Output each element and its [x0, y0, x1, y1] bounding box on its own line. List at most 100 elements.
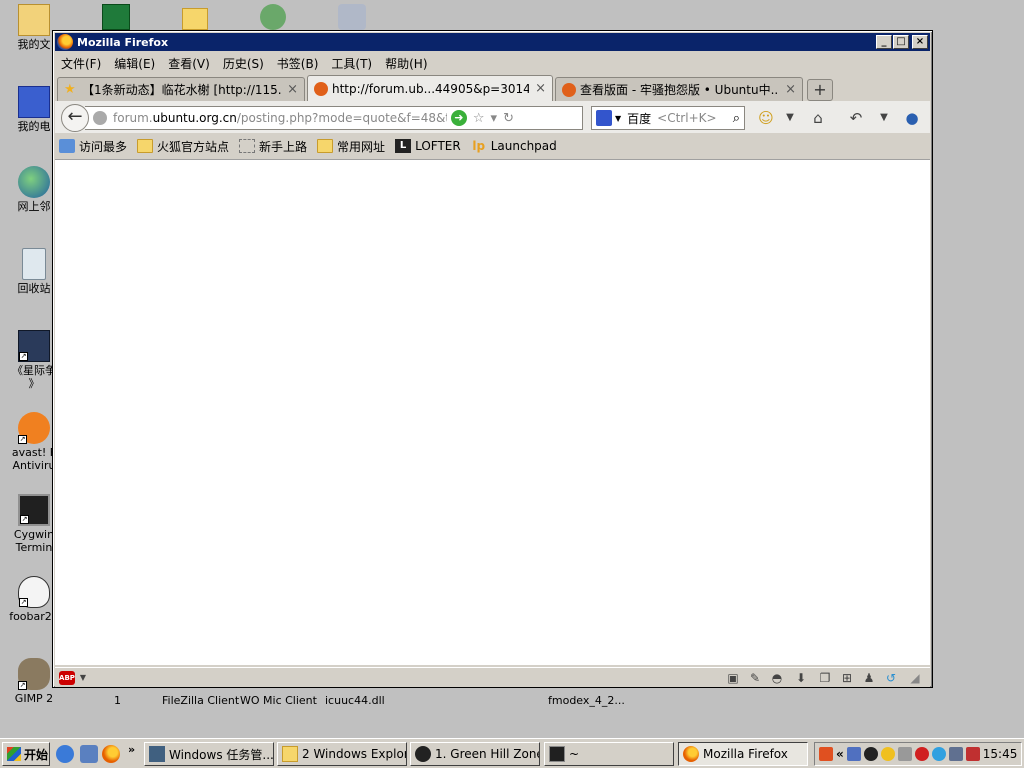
firefox-logo-icon	[683, 746, 699, 762]
bookmark-most-visited[interactable]: 访问最多	[59, 138, 127, 155]
taskbar-explorer[interactable]: 2 Windows Explorer	[277, 742, 407, 766]
scissors-icon[interactable]	[897, 747, 912, 761]
volume-muted-icon[interactable]	[948, 747, 963, 761]
search-icon	[59, 139, 75, 153]
search-input[interactable]: ▼ 百度 <Ctrl+K> ⌕	[591, 106, 745, 130]
home-icon[interactable]: ⌂	[809, 109, 827, 127]
folder-icon	[137, 139, 154, 153]
alert-icon[interactable]	[914, 747, 929, 761]
gesture-icon[interactable]: ↺	[883, 670, 899, 686]
ubuntu-logo-icon	[562, 82, 576, 97]
sync-icon[interactable]: ●	[903, 109, 921, 127]
start-button[interactable]: 开始	[2, 742, 50, 766]
menu-file[interactable]: 文件(F)	[61, 55, 101, 72]
chevron-down-icon[interactable]: ▼	[75, 670, 91, 686]
camera-icon[interactable]	[338, 4, 366, 30]
bookmark-launchpad[interactable]: lp Launchpad	[471, 139, 556, 153]
gimp-icon: ↗	[18, 658, 50, 690]
network-icon[interactable]	[846, 747, 861, 761]
show-desktop-icon[interactable]	[80, 745, 98, 763]
download-icon[interactable]: ⬇	[793, 670, 809, 686]
windows-icon[interactable]: ❐	[817, 670, 833, 686]
shortcut-arrow-icon: ↗	[18, 435, 27, 444]
tab-bar: ★ 【1条新动态】临花水榭 [http://115... × http://fo…	[55, 75, 930, 101]
tab-close-icon[interactable]: ×	[535, 81, 546, 96]
taskbar-task-manager[interactable]: Windows 任务管...	[144, 742, 274, 766]
baidu-engine-icon[interactable]	[596, 110, 612, 126]
reload-icon[interactable]: ↻	[503, 111, 514, 126]
chevron-left-icon[interactable]: «	[836, 747, 844, 761]
menu-bookmarks[interactable]: 书签(B)	[277, 55, 319, 72]
chevron-down-icon[interactable]: ▼	[615, 114, 621, 123]
excel-icon[interactable]	[102, 4, 130, 30]
folder-icon	[282, 746, 298, 762]
windows-logo-icon	[7, 747, 21, 761]
taskbar-terminal[interactable]: ~	[544, 742, 674, 766]
mask-icon[interactable]: ◓	[769, 670, 785, 686]
page-content[interactable]	[55, 159, 930, 665]
menu-edit[interactable]: 编辑(E)	[114, 55, 155, 72]
shortcut-arrow-icon: ↗	[20, 515, 29, 524]
url-dropdown-icon[interactable]: ▾	[491, 111, 498, 126]
bookmark-lofter[interactable]: L LOFTER	[395, 139, 461, 153]
menu-bar: 文件(F) 编辑(E) 查看(V) 历史(S) 书签(B) 工具(T) 帮助(H…	[55, 53, 930, 73]
firefox-quicklaunch-icon[interactable]	[102, 745, 120, 763]
tab-forum-posting[interactable]: http://forum.ub...44905&p=3014158 ×	[307, 75, 553, 101]
chevron-down-icon[interactable]: ▼	[781, 109, 799, 127]
minimize-button[interactable]: _	[876, 35, 892, 49]
connection-off-icon[interactable]	[965, 747, 980, 761]
undo-close-tab-icon[interactable]: ↶	[847, 109, 865, 127]
search-placeholder: <Ctrl+K>	[657, 111, 717, 125]
title-bar[interactable]: Mozilla Firefox _ □ ×	[55, 33, 930, 51]
maximize-button[interactable]: □	[893, 35, 909, 49]
chevron-right-icon[interactable]: »	[128, 743, 135, 756]
screenshot-icon[interactable]: ▣	[725, 670, 741, 686]
starcraft-icon: ↗	[18, 330, 50, 362]
network-tool-icon[interactable]	[260, 4, 286, 30]
desktop-label-fmodex[interactable]: fmodex_4_2...	[548, 694, 625, 707]
back-button[interactable]: ←	[61, 104, 89, 132]
adblock-plus-icon[interactable]: ABP	[59, 671, 75, 685]
chevron-down-icon[interactable]: ▼	[875, 109, 893, 127]
user-icon[interactable]: ♟	[861, 670, 877, 686]
resize-grip-icon[interactable]: ◢	[907, 670, 923, 686]
qq-penguin-icon[interactable]	[880, 747, 895, 761]
desktop-label-wo-mic[interactable]: WO Mic Client	[240, 694, 317, 707]
disc-icon[interactable]	[863, 747, 878, 761]
tab-close-icon[interactable]: ×	[287, 82, 298, 97]
bookmark-getting-started[interactable]: 新手上路	[239, 138, 307, 155]
taskbar-media-player[interactable]: 1. Green Hill Zone ...	[410, 742, 540, 766]
go-arrow-icon[interactable]: ➜	[450, 110, 467, 126]
qq-icon[interactable]	[931, 747, 946, 761]
recycle-bin-icon	[22, 248, 46, 280]
addon-box-icon[interactable]: ⊞	[839, 670, 855, 686]
bookmark-star-icon[interactable]: ☆	[473, 111, 485, 126]
menu-history[interactable]: 历史(S)	[223, 55, 264, 72]
search-icon[interactable]: ⌕	[733, 111, 740, 126]
new-tab-button[interactable]: +	[807, 79, 833, 101]
bookmark-firefox-official[interactable]: 火狐官方站点	[137, 138, 229, 155]
url-bar[interactable]: forum. ubuntu.org.cn/posting.php?mode=quo…	[85, 106, 583, 130]
menu-help[interactable]: 帮助(H)	[385, 55, 427, 72]
menu-tools[interactable]: 工具(T)	[331, 55, 372, 72]
folder-icon[interactable]	[182, 8, 208, 30]
menu-view[interactable]: 查看(V)	[168, 55, 210, 72]
desktop-label-1[interactable]: 1	[114, 694, 121, 707]
close-button[interactable]: ×	[912, 35, 928, 49]
desktop-label-filezilla[interactable]: FileZilla Client	[162, 694, 239, 707]
sogou-icon[interactable]	[819, 747, 833, 761]
brush-icon[interactable]: ✎	[747, 670, 763, 686]
tab-qzone[interactable]: ★ 【1条新动态】临花水榭 [http://115... ×	[57, 77, 305, 101]
folder-icon	[317, 139, 334, 153]
addon-face-icon[interactable]: ☺	[757, 109, 775, 127]
desktop-label-icuuc[interactable]: icuuc44.dll	[325, 694, 385, 707]
tab-close-icon[interactable]: ×	[785, 82, 796, 97]
terminal-icon: ↗	[18, 494, 50, 526]
tab-forum-view[interactable]: 查看版面 - 牢骚抱怨版 • Ubuntu中... ×	[555, 77, 803, 101]
ie-icon[interactable]	[56, 745, 74, 763]
clock[interactable]: 15:45	[983, 747, 1018, 761]
bookmark-common-sites[interactable]: 常用网址	[317, 138, 385, 155]
status-bar: ABP ▼ ▣ ✎ ◓ ⬇ ❐ ⊞ ♟ ↺ ◢	[55, 667, 930, 687]
computer-icon	[18, 86, 50, 118]
taskbar-firefox[interactable]: Mozilla Firefox	[678, 742, 808, 766]
